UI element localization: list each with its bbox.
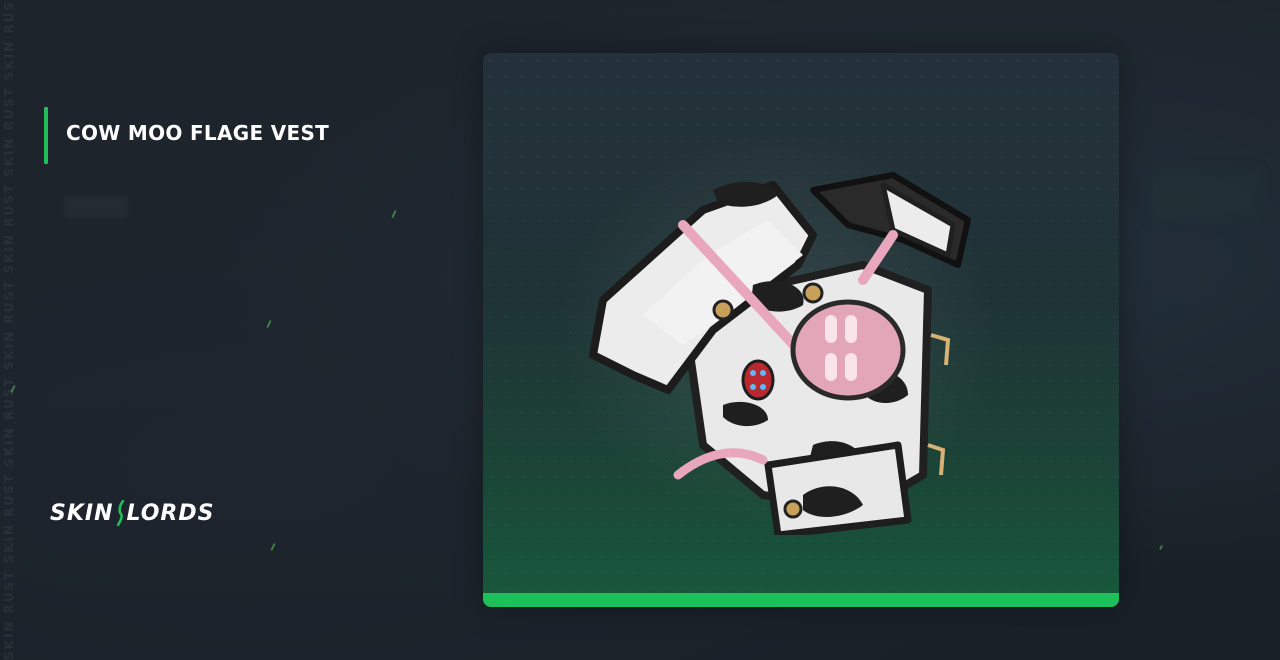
brand-logo-right: LORDS [126,500,215,526]
decor-speck [270,542,276,552]
decor-speck [391,209,397,219]
item-title: COW MOO FLAGE VEST [66,121,330,145]
side-watermark: SKIN RUST SKIN RUST SKIN RUST SKIN RUST … [2,0,16,660]
cow-vest-image [563,130,993,535]
brand-logo: SKIN LORDS [50,499,215,527]
slash-mark-icon [116,499,125,527]
decor-speck [266,319,272,329]
decor-speck [1159,544,1163,551]
ghost-tag [64,196,128,218]
title-accent-bar [44,107,48,164]
item-card [483,53,1119,607]
brand-logo-left: SKIN [50,500,114,526]
background-ghost [1150,170,1260,220]
card-accent-bar [483,593,1119,607]
skin-showcase: SKIN RUST SKIN RUST SKIN RUST SKIN RUST … [0,0,1280,660]
